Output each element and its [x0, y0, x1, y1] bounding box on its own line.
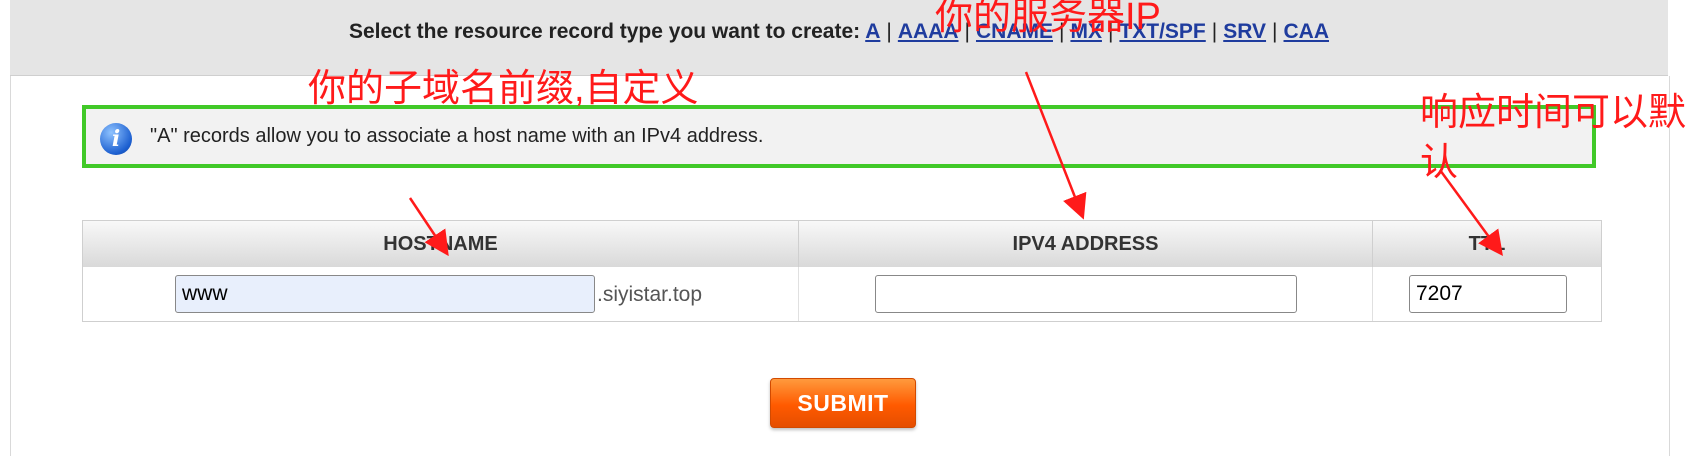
info-box: i "A" records allow you to associate a h… — [82, 105, 1596, 168]
annotation-ttl: 响应时间可以默认 — [1420, 92, 1687, 184]
domain-suffix: .siyistar.top — [597, 283, 703, 306]
record-type-link-a[interactable]: A — [865, 20, 880, 43]
info-text: "A" records allow you to associate a hos… — [150, 125, 764, 147]
separator: | — [886, 20, 892, 43]
record-type-bar: Select the resource record type you want… — [10, 0, 1668, 76]
record-table: HOSTNAME IPV4 ADDRESS TTL .siyistar.top — [82, 220, 1602, 322]
ttl-cell — [1373, 267, 1601, 321]
info-icon: i — [100, 123, 132, 155]
hostname-input[interactable] — [175, 275, 595, 313]
column-header-ipv4-address: IPV4 ADDRESS — [799, 221, 1373, 267]
record-type-link-caa[interactable]: CAA — [1284, 20, 1330, 43]
ipv4-cell — [799, 267, 1373, 321]
column-header-ttl: TTL — [1373, 221, 1601, 267]
ttl-input[interactable] — [1409, 275, 1567, 313]
annotation-server-ip: 你的服务器IP — [935, 0, 1161, 38]
ipv4-address-input[interactable] — [875, 275, 1297, 313]
separator: | — [1211, 20, 1218, 43]
annotation-subdomain: 你的子域名前缀,自定义 — [308, 68, 699, 110]
record-type-prompt: Select the resource record type you want… — [348, 20, 861, 43]
record-type-selector: Select the resource record type you want… — [10, 20, 1668, 44]
hostname-cell: .siyistar.top — [83, 267, 799, 321]
separator: | — [1272, 20, 1278, 43]
column-header-hostname: HOSTNAME — [83, 221, 799, 267]
record-type-link-srv[interactable]: SRV — [1223, 20, 1266, 43]
submit-button[interactable]: SUBMIT — [770, 378, 916, 428]
